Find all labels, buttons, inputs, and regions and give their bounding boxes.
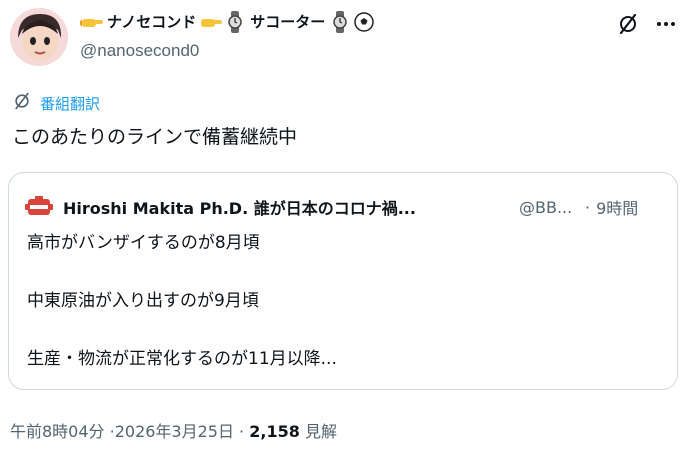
soccer-ball-icon — [352, 11, 376, 33]
more-icon[interactable] — [654, 12, 678, 36]
timestamp[interactable]: 午前8時04分 ·2026年3月25日 · — [10, 422, 244, 441]
translate-link[interactable]: 番組翻訳 — [12, 91, 100, 115]
tweet-text: このあたりのラインで備蓄継続中 — [12, 126, 298, 148]
watch-icon — [223, 11, 247, 33]
header-actions — [616, 12, 678, 36]
translate-label: 番組翻訳 — [40, 94, 101, 113]
pointing-hand-icon — [79, 11, 104, 33]
quoted-author-handle: @BB... — [519, 197, 573, 217]
display-name[interactable]: ナノセコンド サコーター — [79, 10, 376, 34]
author-handle[interactable]: @nanosecond0 — [80, 41, 199, 61]
watch-icon — [328, 11, 352, 33]
translate-icon — [12, 91, 32, 115]
separator: · — [585, 197, 591, 217]
avatar[interactable] — [10, 8, 68, 66]
quoted-author-name: Hiroshi Makita Ph.D. 誰が日本のコロナ禍... — [63, 199, 416, 218]
quoted-tweet[interactable]: Hiroshi Makita Ph.D. 誰が日本のコロナ禍... @BB...… — [8, 172, 678, 390]
views-label: 見解 — [304, 422, 337, 441]
quoted-line: 高市がバンザイするのが8月頃 — [27, 233, 260, 253]
quoted-line: 生産・物流が正常化するのが11月以降... — [27, 349, 337, 369]
quoted-time: 9時間 — [596, 199, 639, 218]
quoted-tweet-header: Hiroshi Makita Ph.D. 誰が日本のコロナ禍... @BB...… — [25, 195, 661, 219]
display-name-part-2: サコーター — [250, 13, 326, 31]
quoted-line: 中東原油が入り出すのが9月頃 — [27, 291, 259, 311]
pointing-hand-icon — [199, 11, 223, 33]
alert-logo-icon — [25, 195, 53, 219]
tweet-meta: 午前8時04分 ·2026年3月25日 · 2,158 見解 — [10, 418, 337, 442]
views-count: 2,158 — [249, 422, 300, 441]
grok-icon[interactable] — [616, 12, 640, 36]
display-name-part-1: ナノセコンド — [107, 13, 197, 31]
